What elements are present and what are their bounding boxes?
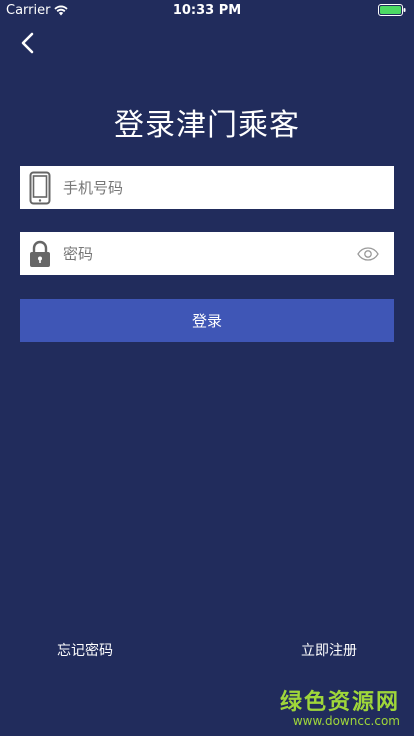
lock-icon	[20, 232, 60, 275]
back-button[interactable]	[14, 30, 40, 56]
status-bar: Carrier 10:33 PM	[0, 0, 414, 20]
phone-input[interactable]	[60, 167, 394, 208]
page-title: 登录津门乘客	[114, 108, 300, 143]
status-time: 10:33 PM	[172, 3, 242, 18]
chevron-left-icon	[21, 32, 34, 54]
watermark: 绿色资源网 www.downcc.com	[280, 684, 400, 728]
register-link[interactable]: 立即注册	[301, 640, 357, 660]
password-input[interactable]	[60, 233, 348, 274]
password-field[interactable]	[20, 232, 394, 275]
battery-icon	[378, 4, 406, 16]
login-button[interactable]: 登录	[20, 299, 394, 342]
watermark-name: 绿色资源网	[279, 690, 400, 715]
watermark-url: www.downcc.com	[292, 714, 400, 728]
eye-icon[interactable]	[348, 232, 388, 275]
phone-field[interactable]	[20, 166, 394, 209]
forgot-password-link[interactable]: 忘记密码	[57, 640, 113, 660]
phone-icon	[20, 166, 60, 209]
